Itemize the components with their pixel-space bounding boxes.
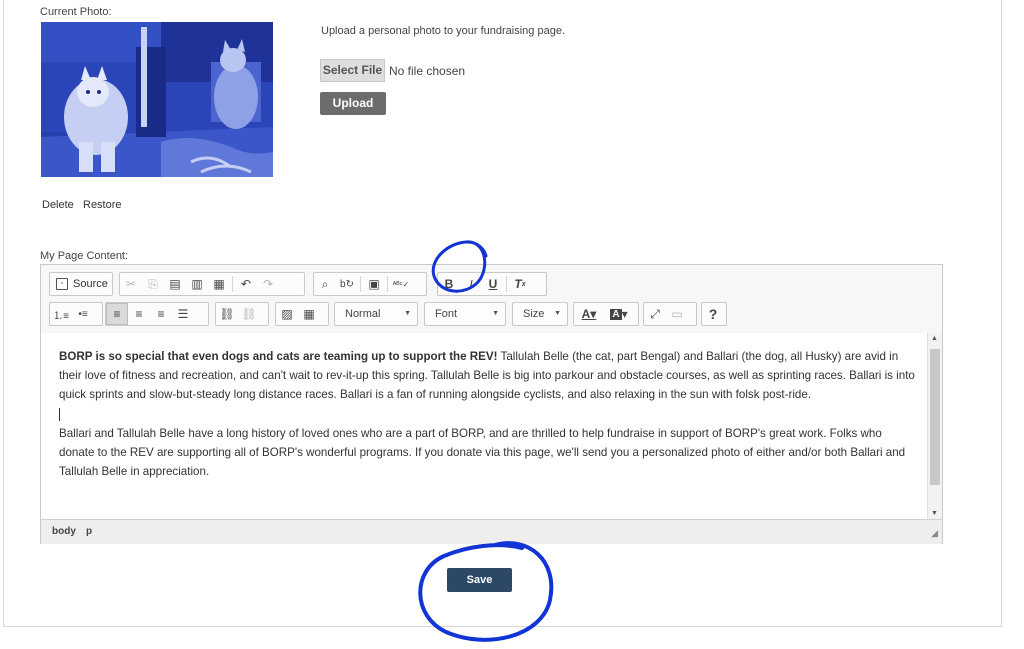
align-group: ≡ ≡ ≡ ☰ (105, 302, 209, 326)
help-group: ? (701, 302, 727, 326)
editor-status-bar: body p ◢ (41, 519, 942, 544)
rich-text-editor: ◦ Source ✂ ⎘ ▤ ▥ ▦ ↶ ↷ ⌕ b↻ ▣ ᴬᴮᶜ✓ B I U… (40, 264, 943, 544)
format-value: Normal (345, 308, 381, 320)
save-button[interactable]: Save (447, 568, 512, 592)
toolbar-separator (232, 276, 233, 292)
bulleted-list-icon[interactable]: •≡ (72, 303, 94, 325)
find-icon[interactable]: ⌕ (314, 273, 336, 295)
content-caret-line (59, 405, 928, 424)
restore-photo-link[interactable]: Restore (83, 199, 122, 211)
no-file-chosen-text: No file chosen (389, 64, 466, 78)
path-p[interactable]: p (86, 526, 92, 537)
link-group: ⛓ ⛓ (215, 302, 269, 326)
chevron-down-icon: ▼ (404, 310, 411, 317)
content-paragraph-1-bold: BORP is so special that even dogs and ca… (59, 350, 498, 363)
editor-scrollbar[interactable]: ▲ ▼ (927, 333, 942, 519)
insert-group: ▨ ▦ (275, 302, 329, 326)
maximize-icon[interactable]: ⤢ (644, 303, 666, 325)
toolbar-separator (506, 276, 507, 292)
delete-photo-link[interactable]: Delete (42, 199, 74, 211)
current-photo-label: Current Photo: (40, 6, 112, 18)
unlink-icon[interactable]: ⛓ (238, 303, 260, 325)
find-group: ⌕ b↻ ▣ ᴬᴮᶜ✓ (313, 272, 427, 296)
replace-icon[interactable]: b↻ (336, 273, 358, 295)
paste-icon[interactable]: ▤ (164, 273, 186, 295)
basic-styles-group: B I U Tx (437, 272, 547, 296)
size-dropdown[interactable]: Size ▼ (512, 302, 568, 326)
clipboard-group: ✂ ⎘ ▤ ▥ ▦ ↶ ↷ (119, 272, 305, 296)
select-file-button[interactable]: Select File (320, 59, 385, 82)
link-icon[interactable]: ⛓ (216, 303, 238, 325)
current-photo (41, 22, 273, 177)
source-label: Source (73, 278, 108, 290)
justify-icon[interactable]: ☰ (172, 303, 194, 325)
font-dropdown[interactable]: Font ▼ (424, 302, 506, 326)
view-group: ⤢ ▭ (643, 302, 697, 326)
select-all-icon[interactable]: ▣ (363, 273, 385, 295)
cut-icon[interactable]: ✂ (120, 273, 142, 295)
italic-icon[interactable]: I (460, 273, 482, 295)
page-content-label: My Page Content: (40, 250, 129, 262)
font-value: Font (435, 308, 458, 320)
align-left-icon[interactable]: ≡ (106, 303, 128, 325)
chevron-down-icon: ▼ (554, 310, 561, 317)
background-color-icon[interactable]: A ▾ (604, 303, 634, 325)
upload-hint-text: Upload a personal photo to your fundrais… (321, 25, 566, 37)
paste-text-icon[interactable]: ▥ (186, 273, 208, 295)
spellcheck-icon[interactable]: ᴬᴮᶜ✓ (390, 273, 412, 295)
list-group: ⒈≡ •≡ (49, 302, 103, 326)
toolbar-separator (360, 276, 361, 292)
image-icon[interactable]: ▨ (276, 303, 298, 325)
path-body[interactable]: body (52, 526, 76, 537)
undo-icon[interactable]: ↶ (235, 273, 257, 295)
scrollbar-thumb[interactable] (930, 349, 940, 485)
numbered-list-icon[interactable]: ⒈≡ (50, 303, 72, 325)
align-center-icon[interactable]: ≡ (128, 303, 150, 325)
scroll-down-arrow-icon[interactable]: ▼ (931, 510, 938, 517)
editor-content-area[interactable]: BORP is so special that even dogs and ca… (41, 333, 928, 519)
size-value: Size (523, 308, 545, 320)
align-right-icon[interactable]: ≡ (150, 303, 172, 325)
toolbar-separator (387, 276, 388, 292)
chevron-down-icon: ▼ (492, 310, 499, 317)
upload-button[interactable]: Upload (320, 92, 386, 115)
help-icon[interactable]: ? (702, 303, 724, 325)
redo-icon[interactable]: ↷ (257, 273, 279, 295)
text-caret (59, 408, 60, 422)
copy-icon[interactable]: ⎘ (142, 273, 164, 295)
format-dropdown[interactable]: Normal ▼ (334, 302, 418, 326)
content-paragraph-2: Ballari and Tallulah Belle have a long h… (59, 426, 906, 479)
source-button[interactable]: ◦ Source (49, 272, 113, 296)
resize-handle-icon[interactable]: ◢ (931, 528, 938, 539)
underline-icon[interactable]: U (482, 273, 504, 295)
show-blocks-icon[interactable]: ▭ (666, 303, 688, 325)
pets-photo-illustration (41, 22, 273, 177)
source-icon: ◦ (56, 278, 68, 290)
text-color-icon[interactable]: A▾ (574, 303, 604, 325)
table-icon[interactable]: ▦ (298, 303, 320, 325)
color-group: A▾ A ▾ (573, 302, 639, 326)
paste-word-icon[interactable]: ▦ (208, 273, 230, 295)
scroll-up-arrow-icon[interactable]: ▲ (931, 335, 938, 342)
editor-toolbar: ◦ Source ✂ ⎘ ▤ ▥ ▦ ↶ ↷ ⌕ b↻ ▣ ᴬᴮᶜ✓ B I U… (41, 265, 942, 334)
content-paragraph-1: BORP is so special that even dogs and ca… (59, 347, 928, 405)
bold-icon[interactable]: B (438, 273, 460, 295)
remove-format-icon[interactable]: Tx (509, 273, 531, 295)
